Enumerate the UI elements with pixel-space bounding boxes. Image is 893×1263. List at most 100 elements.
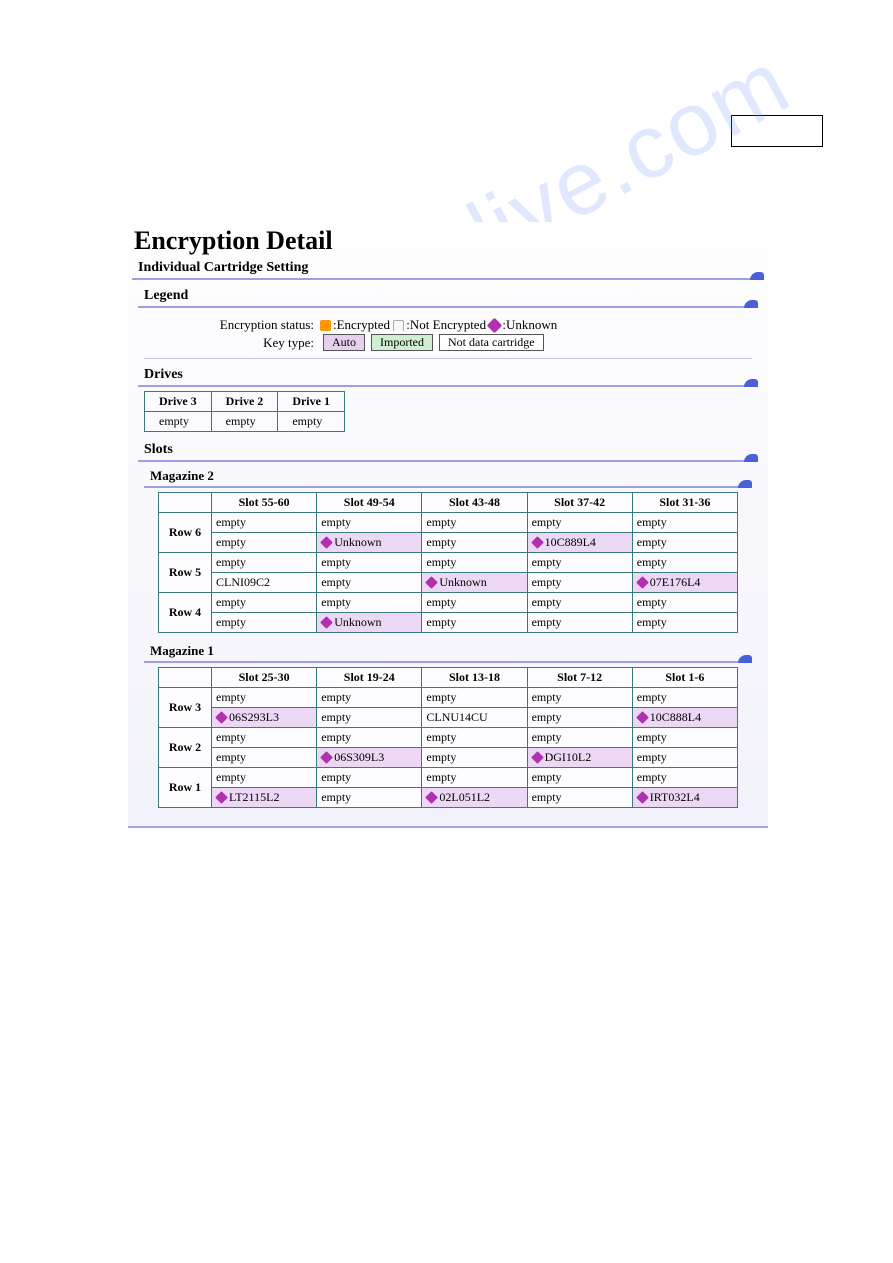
slot-cell: empty [632, 728, 737, 748]
magazine-name: Magazine 1 [150, 643, 214, 658]
slot-cell: empty [317, 708, 422, 728]
slot-cell-text: empty [532, 555, 562, 569]
section-legend: Legend [138, 286, 758, 308]
slot-cell-text: empty [216, 730, 246, 744]
slot-cell-text: empty [637, 555, 667, 569]
slot-cell-text: 10C888L4 [650, 710, 701, 724]
slot-cell-text: empty [216, 770, 246, 784]
row-label: Row 1 [159, 768, 212, 808]
slot-cell-text: empty [216, 690, 246, 704]
legend-not-encrypted: :Not Encrypted [406, 317, 486, 333]
slot-cell: 02L051L2 [422, 788, 527, 808]
slot-row: 06S293L3 emptyCLNU14CUempty 10C888L4 [159, 708, 738, 728]
section-individual-cartridge: Individual Cartridge Setting [132, 258, 764, 280]
section-magazine: Magazine 1 [144, 641, 752, 663]
slot-row: empty06S309L3emptyDGI10L2empty [159, 748, 738, 768]
slot-cell: empty [632, 593, 737, 613]
slot-cell-text: empty [532, 770, 562, 784]
slot-cell-text: empty [321, 790, 351, 804]
slot-row: Row 4emptyemptyemptyemptyempty [159, 593, 738, 613]
slot-cell: empty [527, 553, 632, 573]
not-encrypted-icon [393, 320, 404, 331]
slot-cell: 06S309L3 [317, 748, 422, 768]
magazine-wrap: Slot 55-60Slot 49-54Slot 43-48Slot 37-42… [144, 492, 752, 633]
slot-cell-text: empty [426, 770, 456, 784]
slot-cell-text: empty [532, 515, 562, 529]
slot-cell-text: empty [637, 535, 667, 549]
slot-row: Row 3emptyemptyemptyemptyempty [159, 688, 738, 708]
drives-table: Drive 3 Drive 2 Drive 1 empty empty empt… [144, 391, 345, 432]
slot-cell-text: IRT032L4 [650, 790, 700, 804]
row-header-blank [159, 668, 212, 688]
slot-cell: empty [527, 708, 632, 728]
slot-cell: empty [527, 688, 632, 708]
slot-cell: 07E176L4 [632, 573, 737, 593]
slot-cell: empty [212, 728, 317, 748]
collapse-icon[interactable] [750, 272, 764, 280]
slot-table: Slot 25-30Slot 19-24Slot 13-18Slot 7-12S… [158, 667, 738, 808]
row-header-blank [159, 493, 212, 513]
magazines-container: Magazine 2Slot 55-60Slot 49-54Slot 43-48… [128, 466, 768, 808]
slot-cell: empty [212, 533, 317, 553]
drive-col: Drive 3 [145, 392, 212, 412]
slot-row: Row 1emptyemptyemptyemptyempty [159, 768, 738, 788]
drive-col: Drive 2 [211, 392, 278, 412]
slot-cell-text: empty [426, 535, 456, 549]
slot-cell: empty [632, 513, 737, 533]
slot-cell-text: empty [532, 730, 562, 744]
slot-cell-text: empty [532, 575, 562, 589]
legend-row-status: Encryption status: :Encrypted :Not Encry… [144, 317, 752, 333]
slot-cell-text: 06S309L3 [334, 750, 384, 764]
slot-cell: empty [212, 613, 317, 633]
slot-cell-text: empty [321, 690, 351, 704]
slot-cell-text: empty [216, 615, 246, 629]
slot-cell: empty [212, 593, 317, 613]
slot-cell-text: empty [426, 515, 456, 529]
row-label: Row 2 [159, 728, 212, 768]
collapse-icon[interactable] [744, 379, 758, 387]
collapse-icon[interactable] [744, 300, 758, 308]
slot-cell: CLNI09C2 [212, 573, 317, 593]
slot-cell: LT2115L2 [212, 788, 317, 808]
slot-cell-text: empty [426, 595, 456, 609]
collapse-icon[interactable] [744, 454, 758, 462]
slot-cell: empty [632, 553, 737, 573]
slot-cell-text: 06S293L3 [229, 710, 279, 724]
drives-header-row: Drive 3 Drive 2 Drive 1 [145, 392, 345, 412]
slot-cell-text: 02L051L2 [439, 790, 490, 804]
slot-cell-text: LT2115L2 [229, 790, 279, 804]
slot-cell: empty [632, 748, 737, 768]
unknown-icon [531, 751, 544, 764]
unknown-icon [320, 536, 333, 549]
slot-cell: Unknown [317, 533, 422, 553]
slot-cell-text: Unknown [334, 615, 381, 629]
slot-cell: Unknown [317, 613, 422, 633]
slot-cell-text: empty [426, 750, 456, 764]
slot-column-header: Slot 1-6 [632, 668, 737, 688]
collapse-icon[interactable] [738, 655, 752, 663]
unknown-icon [215, 711, 228, 724]
legend-encrypted: :Encrypted [333, 317, 390, 333]
slot-cell-text: Unknown [334, 535, 381, 549]
slot-cell: IRT032L4 [632, 788, 737, 808]
slot-cell: empty [632, 768, 737, 788]
collapse-icon[interactable] [738, 480, 752, 488]
slot-cell-text: empty [637, 615, 667, 629]
slot-cell: CLNU14CU [422, 708, 527, 728]
magazine-wrap: Slot 25-30Slot 19-24Slot 13-18Slot 7-12S… [144, 667, 752, 808]
slot-cell-text: empty [216, 515, 246, 529]
slot-cell: empty [212, 553, 317, 573]
slot-cell: empty [527, 788, 632, 808]
slot-cell: empty [212, 748, 317, 768]
slot-cell-text: 10C889L4 [545, 535, 596, 549]
drive-cell: empty [145, 412, 212, 432]
slot-cell-text: empty [426, 555, 456, 569]
slot-cell: empty [212, 768, 317, 788]
legend-body: Encryption status: :Encrypted :Not Encry… [144, 312, 752, 359]
slot-cell: empty [527, 573, 632, 593]
slot-row: Row 2emptyemptyemptyemptyempty [159, 728, 738, 748]
slot-column-header: Slot 19-24 [317, 668, 422, 688]
drives-header: Drives [144, 367, 183, 382]
slot-column-header: Slot 37-42 [527, 493, 632, 513]
keytype-auto: Auto [323, 334, 365, 351]
